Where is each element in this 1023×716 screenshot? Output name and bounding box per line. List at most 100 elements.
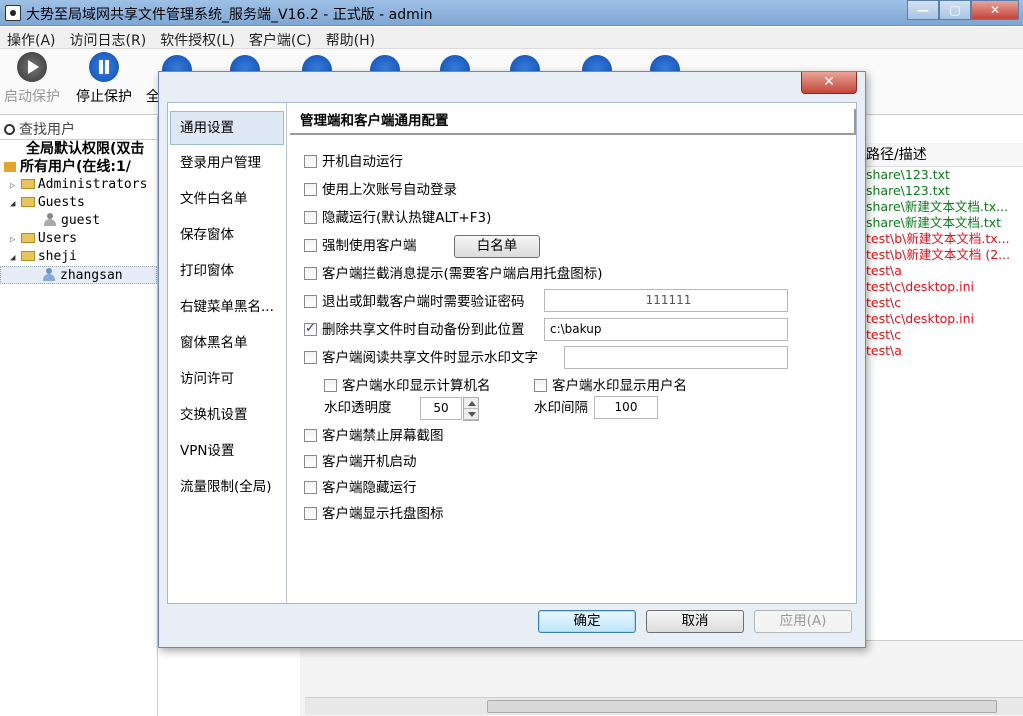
cancel-button[interactable]: 取消 — [646, 610, 744, 633]
menu-license[interactable]: 软件授权(L) — [153, 27, 242, 49]
log-row[interactable]: test\a — [860, 343, 1023, 359]
force-client-checkbox[interactable]: 强制使用客户端 — [304, 237, 417, 255]
collapse-arrow-icon[interactable]: ◢ — [10, 253, 21, 263]
autologin-checkbox[interactable]: 使用上次账号自动登录 — [304, 181, 457, 199]
watermark-text-checkbox[interactable]: 客户端阅读共享文件时显示水印文字 — [304, 349, 564, 367]
folder-icon — [20, 233, 35, 243]
maximize-button[interactable]: ▢ — [939, 0, 971, 20]
spin-up-icon[interactable] — [464, 398, 478, 409]
hidden-run-checkbox[interactable]: 隐藏运行(默认热键ALT+F3) — [304, 209, 491, 227]
nav-general[interactable]: 通用设置 — [170, 111, 284, 145]
spin-down-icon[interactable] — [464, 409, 478, 420]
user-icon — [43, 268, 55, 281]
exit-password-checkbox[interactable]: 退出或卸载客户端时需要验证密码 — [304, 293, 544, 311]
nav-print-window[interactable]: 打印窗体 — [168, 253, 286, 289]
checkbox[interactable] — [304, 267, 317, 280]
watermark-opacity-input[interactable]: 50 — [420, 397, 462, 420]
watermark-interval-input[interactable]: 100 — [594, 396, 658, 419]
menu-operate[interactable]: 操作(A) — [0, 27, 63, 49]
log-row[interactable]: test\c — [860, 327, 1023, 343]
log-row[interactable]: share\123.txt — [860, 183, 1023, 199]
pause-icon — [89, 52, 119, 82]
scrollbar-thumb[interactable] — [487, 700, 997, 713]
log-row[interactable]: test\b\新建文本文档 (2... — [860, 247, 1023, 263]
nav-file-whitelist[interactable]: 文件白名单 — [168, 181, 286, 217]
nav-traffic-limit[interactable]: 流量限制(全局) — [168, 469, 286, 505]
whitelist-button[interactable]: 白名单 — [454, 235, 540, 258]
menu-access-log[interactable]: 访问日志(R) — [63, 27, 154, 49]
tree-group-administrators[interactable]: ▷ Administrators — [0, 176, 157, 194]
tree-user-guest[interactable]: guest — [0, 212, 157, 230]
log-row[interactable]: share\新建文本文档.txt — [860, 215, 1023, 231]
log-row[interactable]: share\123.txt — [860, 167, 1023, 183]
nav-vpn-settings[interactable]: VPN设置 — [168, 433, 286, 469]
checkbox[interactable] — [304, 155, 317, 168]
checkbox[interactable] — [304, 239, 317, 252]
watermark-opacity-spinner[interactable] — [463, 397, 479, 421]
autorun-checkbox[interactable]: 开机自动运行 — [304, 153, 403, 171]
folder-icon — [20, 179, 35, 189]
watermark-username-checkbox[interactable]: 客户端水印显示用户名 — [534, 377, 687, 395]
expand-arrow-icon[interactable]: ▷ — [10, 181, 21, 191]
horizontal-scrollbar[interactable] — [305, 697, 1023, 715]
file-log-panel: 路径/描述 share\123.txt share\123.txt share\… — [860, 143, 1023, 698]
close-button[interactable]: ✕ — [971, 0, 1019, 20]
intercept-message-checkbox[interactable]: 客户端拦截消息提示(需要客户端启用托盘图标) — [304, 265, 603, 283]
title-bar: 大势至局域网共享文件管理系统_服务端_V16.2 - 正式版 - admin —… — [0, 0, 1023, 26]
collapse-arrow-icon[interactable]: ◢ — [10, 199, 21, 209]
no-screenshot-checkbox[interactable]: 客户端禁止屏幕截图 — [304, 427, 444, 445]
checkbox[interactable] — [304, 295, 317, 308]
log-row[interactable]: test\c\desktop.ini — [860, 311, 1023, 327]
checkbox[interactable] — [304, 429, 317, 442]
tree-global-permission[interactable]: 全局默认权限(双击 — [0, 140, 157, 158]
log-row[interactable]: share\新建文本文档.tx... — [860, 199, 1023, 215]
minimize-button[interactable]: — — [907, 0, 939, 20]
window-title: 大势至局域网共享文件管理系统_服务端_V16.2 - 正式版 - admin — [26, 7, 433, 23]
log-row[interactable]: test\a — [860, 263, 1023, 279]
tree-group-users[interactable]: ▷ Users — [0, 230, 157, 248]
start-protection-button[interactable]: 启动保护 — [4, 52, 60, 106]
menu-help[interactable]: 帮助(H) — [319, 27, 382, 49]
dialog-close-button[interactable]: ✕ — [801, 72, 857, 94]
column-header-path[interactable]: 路径/描述 — [860, 143, 1023, 167]
tree-all-users[interactable]: 所有用户(在线:1/ — [0, 158, 157, 176]
nav-switch-settings[interactable]: 交换机设置 — [168, 397, 286, 433]
tree-group-guests[interactable]: ◢ Guests — [0, 194, 157, 212]
checkbox-checked[interactable] — [304, 321, 317, 338]
nav-window-blacklist[interactable]: 窗体黑名单 — [168, 325, 286, 361]
menu-bar: 操作(A) 访问日志(R) 软件授权(L) 客户端(C) 帮助(H) — [0, 27, 1023, 49]
window-controls: — ▢ ✕ — [907, 0, 1019, 20]
checkbox[interactable] — [304, 481, 317, 494]
search-user-input[interactable]: 查找用户 — [0, 116, 157, 140]
checkbox[interactable] — [324, 379, 337, 392]
tree-user-zhangsan[interactable]: zhangsan — [0, 266, 157, 284]
expand-arrow-icon[interactable]: ▷ — [10, 235, 21, 245]
watermark-text-input[interactable] — [564, 346, 788, 369]
checkbox[interactable] — [304, 507, 317, 520]
log-row[interactable]: test\b\新建文本文档.tx... — [860, 231, 1023, 247]
checkbox[interactable] — [304, 211, 317, 224]
play-icon — [17, 52, 47, 82]
tree-group-sheji[interactable]: ◢ sheji — [0, 248, 157, 266]
nav-context-menu-blacklist[interactable]: 右键菜单黑名... — [168, 289, 286, 325]
watermark-computer-name-checkbox[interactable]: 客户端水印显示计算机名 — [324, 377, 491, 395]
checkbox[interactable] — [304, 351, 317, 364]
nav-save-window[interactable]: 保存窗体 — [168, 217, 286, 253]
checkbox[interactable] — [304, 455, 317, 468]
checkbox[interactable] — [304, 183, 317, 196]
backup-path-input[interactable]: c:\bakup — [544, 318, 788, 341]
nav-access-permission[interactable]: 访问许可 — [168, 361, 286, 397]
stop-protection-button[interactable]: 停止保护 — [76, 52, 132, 106]
backup-checkbox[interactable]: 删除共享文件时自动备份到此位置 — [304, 321, 544, 339]
log-row[interactable]: test\c — [860, 295, 1023, 311]
exit-password-input[interactable]: 111111 — [544, 289, 788, 312]
checkbox[interactable] — [534, 379, 547, 392]
menu-client[interactable]: 客户端(C) — [242, 27, 319, 49]
nav-login-users[interactable]: 登录用户管理 — [168, 145, 286, 181]
apply-button[interactable]: 应用(A) — [754, 610, 852, 633]
log-row[interactable]: test\c\desktop.ini — [860, 279, 1023, 295]
client-tray-icon-checkbox[interactable]: 客户端显示托盘图标 — [304, 505, 444, 523]
ok-button[interactable]: 确定 — [538, 610, 636, 633]
client-hidden-checkbox[interactable]: 客户端隐藏运行 — [304, 479, 417, 497]
client-autostart-checkbox[interactable]: 客户端开机启动 — [304, 453, 417, 471]
